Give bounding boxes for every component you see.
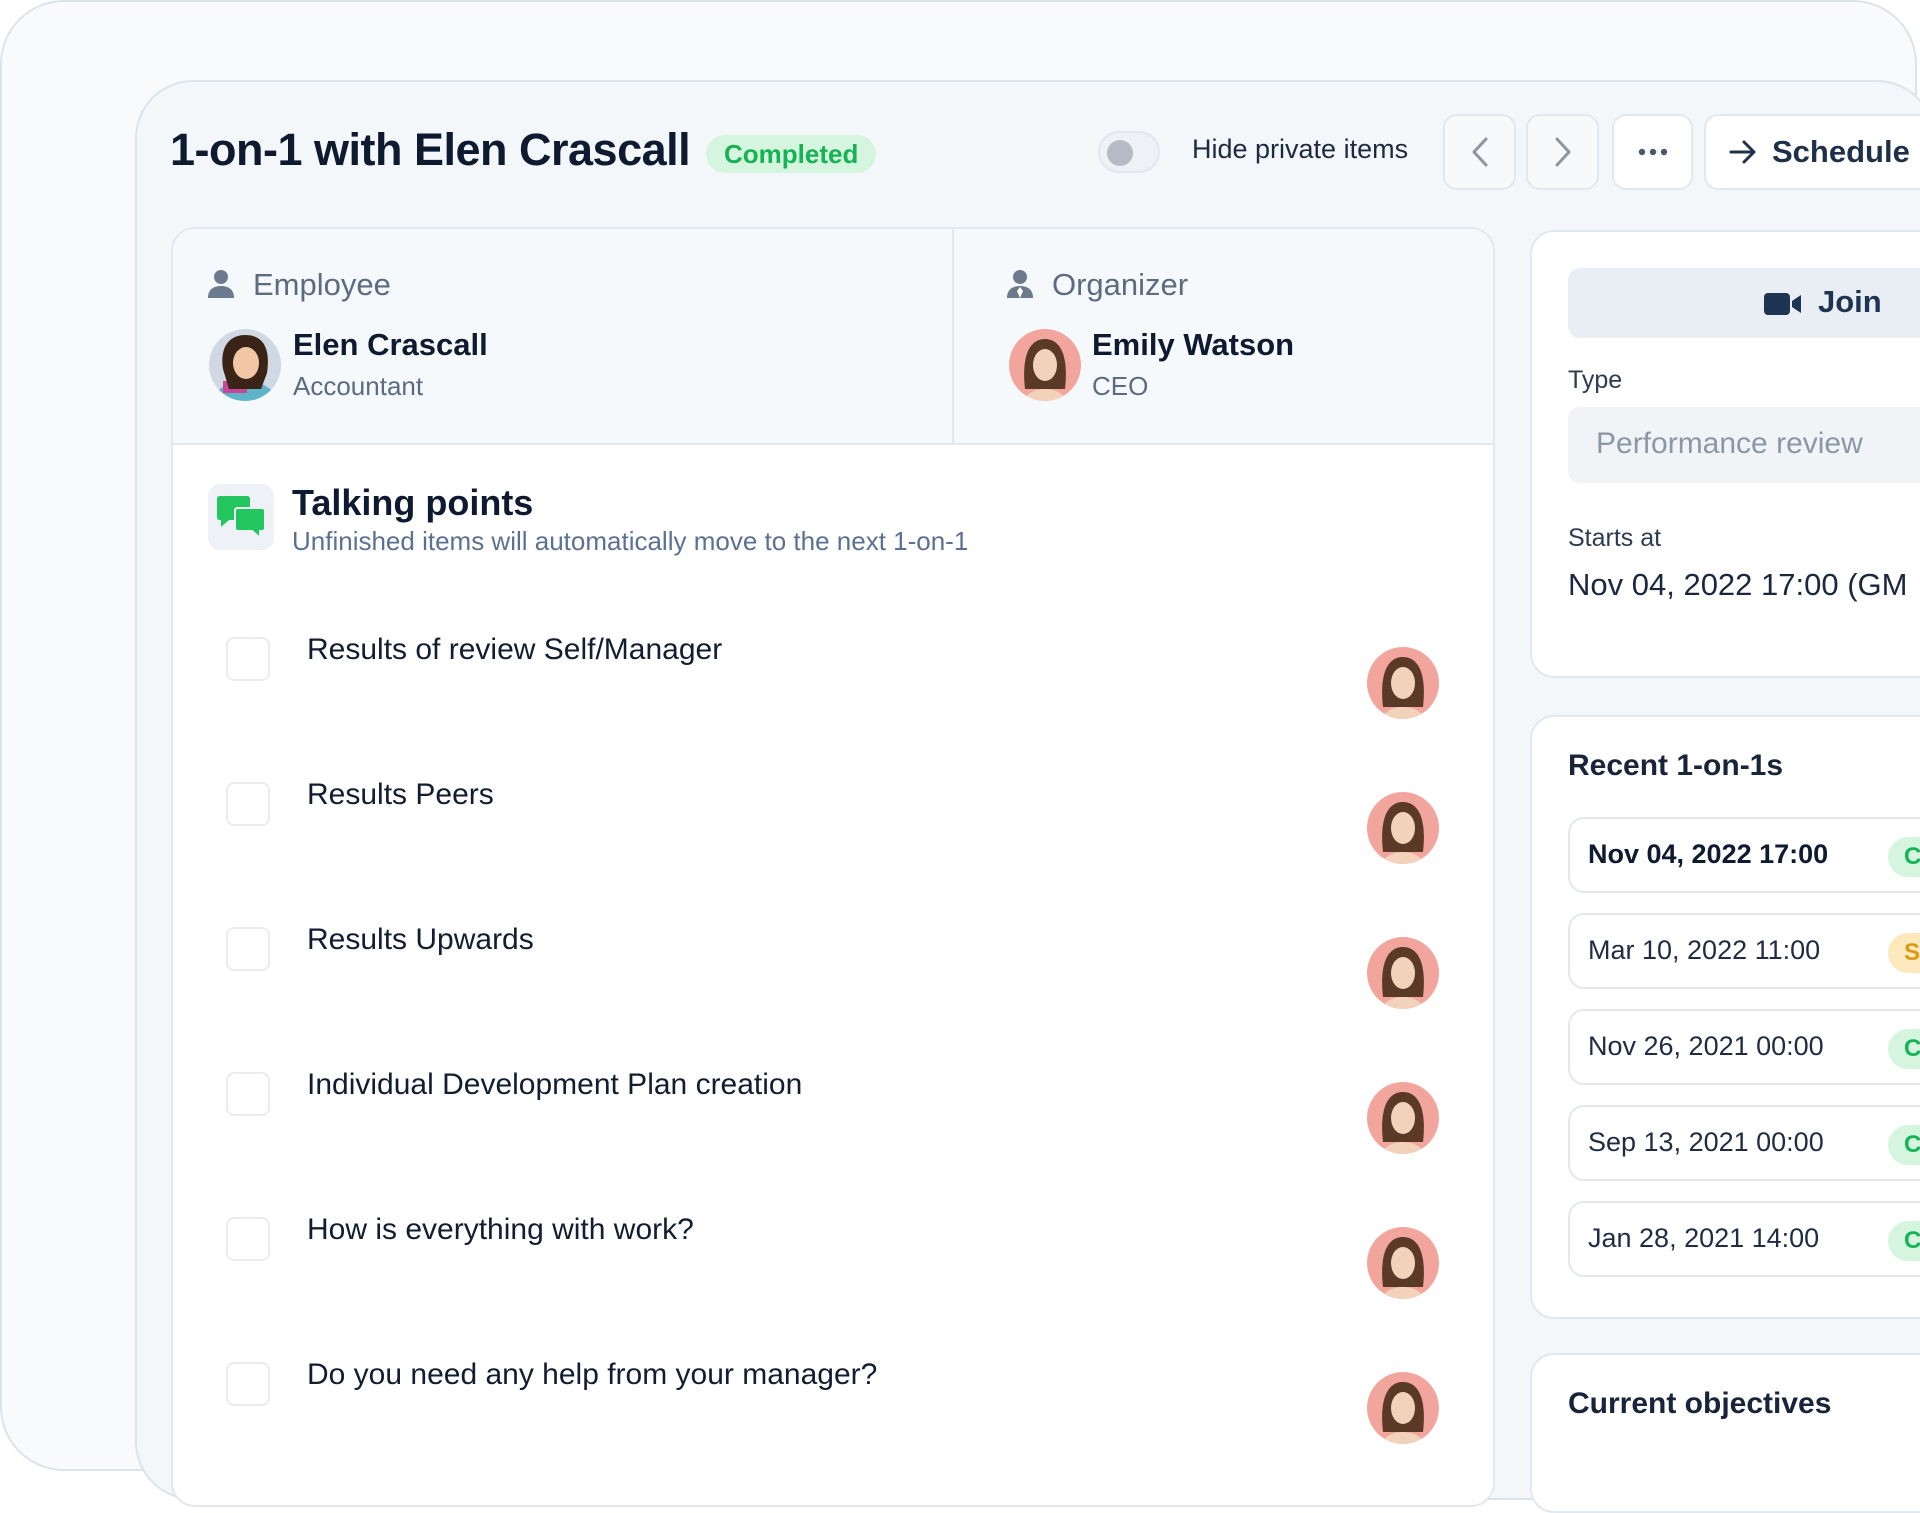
talking-point-owner-avatar	[1367, 1372, 1439, 1444]
talking-point-item: Results of review Self/Manager	[173, 627, 1493, 727]
organizer-avatar[interactable]	[1009, 329, 1081, 401]
organizer-title: CEO	[1092, 371, 1149, 401]
recent-item-date: Nov 04, 2022 17:00	[1588, 839, 1829, 869]
talking-point-text[interactable]: Results Peers	[307, 778, 494, 812]
talking-point-text[interactable]: Results Upwards	[307, 923, 534, 957]
page-title: 1-on-1 with Elen Crascall	[170, 124, 691, 175]
meeting-card: Employee Elen Crascall Accountant Organi…	[171, 227, 1495, 1507]
video-camera-icon	[1764, 293, 1801, 315]
chevron-left-icon	[1472, 137, 1487, 167]
talking-point-checkbox[interactable]	[226, 1362, 270, 1406]
organizer-icon	[1007, 270, 1033, 298]
talking-point-owner-avatar	[1367, 647, 1439, 719]
participants-row: Employee Elen Crascall Accountant Organi…	[173, 229, 1493, 445]
talking-point-checkbox[interactable]	[226, 637, 270, 681]
user-icon	[208, 270, 234, 298]
talking-point-text[interactable]: How is everything with work?	[307, 1213, 694, 1247]
talking-point-owner-avatar	[1367, 1082, 1439, 1154]
recent-item-status: S	[1888, 933, 1920, 973]
recent-item-date: Jan 28, 2021 14:00	[1588, 1223, 1820, 1253]
recent-item-status: C	[1888, 837, 1920, 877]
recent-heading: Recent 1-on-1s	[1568, 749, 1784, 782]
type-select[interactable]: Performance review	[1568, 407, 1920, 483]
recent-item-status: C	[1888, 1029, 1920, 1069]
meeting-details-card: Join Type Performance review Starts at N…	[1530, 230, 1920, 678]
employee-title: Accountant	[293, 371, 424, 401]
recent-item[interactable]: Nov 04, 2022 17:00 C	[1568, 817, 1920, 893]
recent-item-status: C	[1888, 1125, 1920, 1165]
starts-at-label: Starts at	[1568, 524, 1662, 552]
talking-points-icon-box	[208, 484, 274, 550]
chevron-right-icon	[1555, 137, 1570, 167]
talking-point-text[interactable]: Results of review Self/Manager	[307, 633, 722, 667]
recent-one-on-ones-card: Recent 1-on-1s Nov 04, 2022 17:00 C Mar …	[1530, 715, 1920, 1319]
recent-item-date: Mar 10, 2022 11:00	[1588, 935, 1821, 965]
talking-point-owner-avatar	[1367, 1227, 1439, 1299]
talking-point-item: Results Peers	[173, 772, 1493, 872]
recent-item-date: Nov 26, 2021 00:00	[1588, 1031, 1824, 1061]
starts-at-value: Nov 04, 2022 17:00 (GM	[1568, 567, 1908, 602]
current-objectives-card: Current objectives	[1530, 1353, 1920, 1513]
talking-point-checkbox[interactable]	[226, 782, 270, 826]
join-label: Join	[1818, 284, 1882, 319]
talking-points-title: Talking points	[292, 482, 534, 523]
arrow-right-icon	[1729, 140, 1756, 164]
hide-private-label: Hide private items	[1192, 134, 1409, 164]
talking-point-owner-avatar	[1367, 792, 1439, 864]
talking-point-checkbox[interactable]	[226, 927, 270, 971]
talking-point-text[interactable]: Do you need any help from your manager?	[307, 1358, 877, 1392]
schedule-button[interactable]: Schedule	[1704, 114, 1920, 190]
recent-item[interactable]: Nov 26, 2021 00:00 C	[1568, 1009, 1920, 1085]
status-badge: Completed	[706, 135, 877, 173]
talking-point-item: How is everything with work?	[173, 1207, 1493, 1307]
employee-name: Elen Crascall	[293, 327, 488, 362]
previous-button[interactable]	[1443, 114, 1516, 190]
employee-role-label: Employee	[253, 267, 391, 302]
employee-avatar[interactable]	[209, 329, 281, 401]
talking-point-item: Results Upwards	[173, 917, 1493, 1017]
talking-point-item: Individual Development Plan creation	[173, 1062, 1493, 1162]
more-options-button[interactable]	[1612, 114, 1693, 190]
type-label: Type	[1568, 366, 1623, 394]
toggle-knob	[1107, 140, 1133, 166]
type-value: Performance review	[1596, 427, 1863, 460]
talking-point-text[interactable]: Individual Development Plan creation	[307, 1068, 802, 1102]
recent-item-status: C	[1888, 1221, 1920, 1261]
chat-bubbles-icon	[217, 496, 266, 539]
recent-item[interactable]: Sep 13, 2021 00:00 C	[1568, 1105, 1920, 1181]
recent-item-date: Sep 13, 2021 00:00	[1588, 1127, 1824, 1157]
participants-divider	[952, 229, 954, 443]
objectives-heading: Current objectives	[1568, 1387, 1832, 1420]
talking-point-checkbox[interactable]	[226, 1217, 270, 1261]
talking-point-item: Do you need any help from your manager?	[173, 1352, 1493, 1452]
join-button[interactable]: Join	[1568, 268, 1920, 338]
ellipsis-icon	[1638, 148, 1667, 156]
talking-point-owner-avatar	[1367, 937, 1439, 1009]
hide-private-toggle[interactable]	[1098, 131, 1160, 173]
talking-point-checkbox[interactable]	[226, 1072, 270, 1116]
next-button[interactable]	[1526, 114, 1599, 190]
organizer-role-label: Organizer	[1052, 267, 1189, 302]
recent-item[interactable]: Mar 10, 2022 11:00 S	[1568, 913, 1920, 989]
recent-item[interactable]: Jan 28, 2021 14:00 C	[1568, 1201, 1920, 1277]
schedule-label: Schedule	[1772, 134, 1910, 169]
organizer-name: Emily Watson	[1092, 327, 1295, 362]
talking-points-subtitle: Unfinished items will automatically move…	[292, 526, 969, 556]
